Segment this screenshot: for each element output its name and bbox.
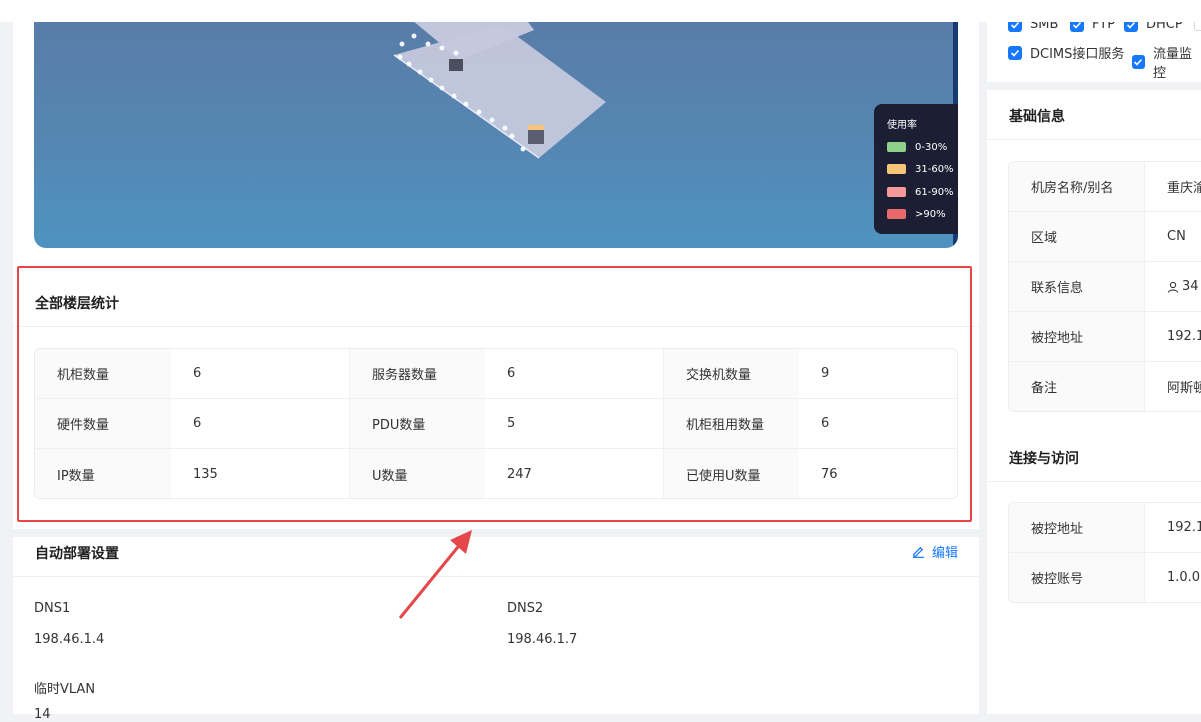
edit-label: 编辑 — [932, 546, 959, 561]
info-label: 机房名称/别名 — [1009, 162, 1145, 211]
vlan-value: 14 — [34, 707, 51, 722]
legend-swatch — [887, 142, 906, 152]
checkbox-checked-icon — [1132, 55, 1145, 69]
legend-item: 61-90% — [887, 185, 954, 199]
info-value: 阿斯顿 — [1167, 381, 1201, 396]
rack-icon[interactable] — [449, 59, 463, 71]
info-value: CN — [1167, 229, 1186, 244]
edit-icon — [912, 546, 925, 558]
legend-item: 0-30% — [887, 140, 947, 154]
legend-label: >90% — [915, 208, 946, 220]
info-card: 基础信息 机房名称/别名 重庆渝 区域 CN 联系信息 34 被控地址 192.… — [987, 90, 1201, 714]
edit-button[interactable]: 编辑 — [912, 542, 958, 561]
divider — [987, 139, 1201, 140]
legend-swatch — [887, 164, 906, 174]
floor-3d-viewer[interactable]: 使用率 0-30% 31-60% 61-90% >90% — [34, 0, 958, 248]
info-label: 被控地址 — [1009, 503, 1145, 552]
table-row: 被控地址 192.16 — [1009, 503, 1201, 553]
user-icon — [1167, 281, 1179, 293]
legend-swatch — [887, 209, 906, 219]
annotation-arrow — [398, 530, 472, 619]
connect-title: 连接与访问 — [1009, 451, 1079, 467]
basic-info-title: 基础信息 — [1009, 109, 1065, 125]
highlight-box — [17, 266, 972, 522]
legend-title: 使用率 — [887, 120, 917, 131]
connect-table: 被控地址 192.16 被控账号 1.0.0 — [1008, 502, 1201, 603]
info-label: 联系信息 — [1009, 262, 1145, 311]
dns1-label: DNS1 — [34, 601, 71, 616]
floor-3d-scene[interactable] — [34, 0, 958, 248]
divider — [987, 481, 1201, 482]
rack-icon[interactable] — [528, 128, 544, 144]
info-label: 区域 — [1009, 212, 1145, 261]
contact-value: 34 — [1182, 279, 1199, 294]
legend-item: 31-60% — [887, 162, 954, 176]
info-value: 34 — [1145, 262, 1201, 311]
info-value: 192.16 — [1167, 520, 1201, 535]
legend-label: 0-30% — [915, 141, 948, 153]
info-label: 被控地址 — [1009, 312, 1145, 361]
legend-item: >90% — [887, 207, 946, 221]
deploy-settings-title: 自动部署设置 — [35, 546, 119, 562]
info-label: 被控账号 — [1009, 553, 1145, 602]
dcims-checkbox[interactable]: DCIMS接口服务 — [1008, 43, 1124, 62]
basic-info-table: 机房名称/别名 重庆渝 区域 CN 联系信息 34 被控地址 192.16 备注… — [1008, 161, 1201, 412]
table-row: 区域 CN — [1009, 212, 1201, 262]
info-value: 重庆渝 — [1167, 181, 1201, 196]
traffic-monitor-checkbox[interactable]: 流量监控 — [1132, 43, 1201, 81]
top-bar — [0, 0, 1201, 22]
legend-label: 61-90% — [915, 186, 954, 198]
table-row: 备注 阿斯顿 — [1009, 362, 1201, 411]
table-row: 联系信息 34 — [1009, 262, 1201, 312]
table-row: 被控账号 1.0.0 — [1009, 553, 1201, 602]
vlan-label: 临时VLAN — [34, 682, 96, 697]
table-row: 机房名称/别名 重庆渝 — [1009, 162, 1201, 212]
legend-label: 31-60% — [915, 163, 954, 175]
dns2-label: DNS2 — [507, 601, 544, 616]
checkbox-checked-icon — [1008, 45, 1022, 60]
table-row: 被控地址 192.16 — [1009, 312, 1201, 362]
info-value: 192.16 — [1167, 329, 1201, 344]
service-label: 流量监控 — [1152, 47, 1192, 81]
legend-swatch — [887, 187, 906, 197]
info-value: 1.0.0 — [1167, 570, 1201, 585]
dns1-value: 198.46.1.4 — [34, 632, 105, 647]
service-label: DCIMS接口服务 — [1030, 47, 1125, 62]
dns2-value: 198.46.1.7 — [507, 632, 578, 647]
info-label: 备注 — [1009, 362, 1145, 411]
usage-legend: 使用率 0-30% 31-60% 61-90% >90% — [874, 104, 958, 234]
